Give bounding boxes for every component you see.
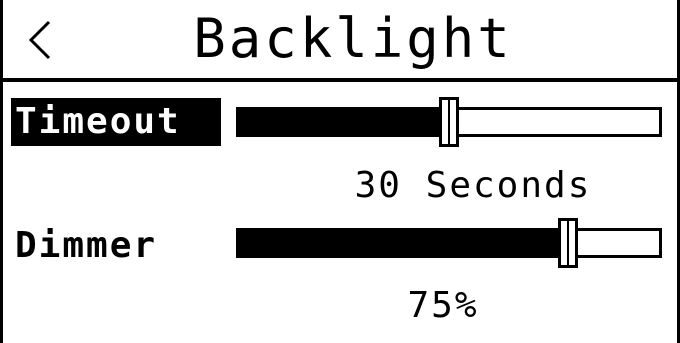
timeout-slider-thumb[interactable] bbox=[439, 97, 459, 147]
dimmer-value: 75% bbox=[407, 285, 479, 326]
timeout-slider[interactable] bbox=[236, 97, 662, 147]
dimmer-slider-thumb[interactable] bbox=[558, 218, 579, 268]
page-title: Backlight bbox=[193, 7, 513, 70]
header-divider bbox=[3, 78, 680, 82]
timeout-label[interactable]: Timeout bbox=[11, 98, 221, 146]
backlight-screen: Backlight Timeout 30 Seconds Dimmer 75% bbox=[0, 0, 680, 343]
dimmer-slider-fill bbox=[236, 228, 569, 258]
timeout-value: 30 Seconds bbox=[354, 165, 592, 206]
dimmer-label[interactable]: Dimmer bbox=[11, 222, 163, 270]
back-arrow-icon[interactable] bbox=[25, 18, 55, 62]
timeout-slider-fill bbox=[236, 107, 449, 137]
dimmer-slider[interactable] bbox=[236, 218, 662, 268]
